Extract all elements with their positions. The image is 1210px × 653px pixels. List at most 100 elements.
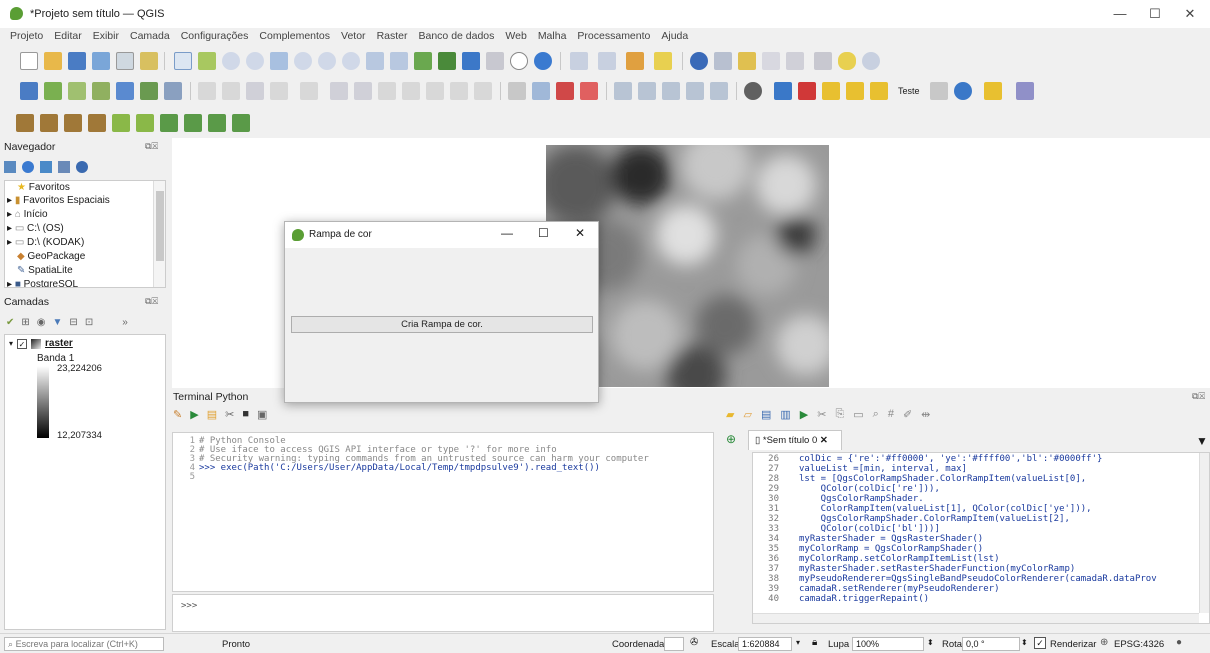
temporal-icon[interactable] [510, 52, 528, 70]
deselect-icon[interactable] [654, 52, 672, 70]
help-icon[interactable] [1016, 82, 1034, 100]
layers-dock-buttons[interactable]: ⧉☒ [145, 296, 158, 307]
save-script-icon[interactable]: ▤ [761, 408, 771, 421]
zoom-full-icon[interactable] [270, 52, 288, 70]
add-layer-4-icon[interactable] [88, 114, 106, 132]
menu-exibir[interactable]: Exibir [93, 28, 119, 44]
plugin-icon[interactable] [744, 82, 762, 100]
add-layer-9-icon[interactable] [208, 114, 226, 132]
add-layer-2-icon[interactable] [40, 114, 58, 132]
plugin-yellow-3-icon[interactable] [870, 82, 888, 100]
new-project-icon[interactable] [20, 52, 38, 70]
add-layer-10-icon[interactable] [232, 114, 250, 132]
menu-processamento[interactable]: Processamento [577, 28, 650, 44]
scrollbar-thumb[interactable] [156, 191, 164, 261]
nav-item-inicio[interactable]: ▸ ⌂ Início [7, 208, 48, 222]
script-editor[interactable]: 26 colDic = {'re':'#ff0000', 'ye':'#ffff0… [752, 452, 1210, 624]
layers-tree[interactable]: ▾ ✓ raster Banda 1 23,224206 12,207334 [4, 334, 166, 630]
zoom-spinner-icon[interactable]: ⬍ [927, 638, 934, 647]
field-calculator-icon[interactable] [738, 52, 756, 70]
toggle-editing-icon[interactable] [198, 82, 216, 100]
plugin-yellow-1-icon[interactable] [822, 82, 840, 100]
minimize-button[interactable]: — [1105, 4, 1135, 24]
navigator-scrollbar[interactable] [153, 181, 165, 287]
new-map-view-icon[interactable] [414, 52, 432, 70]
cut-icon[interactable]: ✂ [817, 408, 826, 421]
editor-tab[interactable]: ▯ *Sem título 0 ✕ [748, 430, 842, 450]
python-plugin-icon[interactable] [774, 82, 792, 100]
scale-field[interactable]: 1:620884 [738, 637, 792, 651]
zoom-out-icon[interactable] [246, 52, 264, 70]
vertex-tool-icon[interactable] [300, 82, 318, 100]
options-icon[interactable]: ✂ [225, 408, 234, 421]
menu-web[interactable]: Web [505, 28, 526, 44]
delete-selected-icon[interactable] [354, 82, 372, 100]
layer-name[interactable]: raster [45, 338, 73, 349]
nav-item-drive-c[interactable]: ▸ ▭ C:\ (OS) [7, 222, 64, 236]
locator-search-input[interactable]: ⌕ Escreva para localizar (Ctrl+K) [4, 637, 164, 651]
object-inspector-icon[interactable]: ✐ [903, 408, 912, 421]
copy-features-icon[interactable] [402, 82, 420, 100]
zoom-native-icon[interactable] [342, 52, 360, 70]
plugin-yellow-4-icon[interactable] [984, 82, 1002, 100]
show-hide-labels-icon[interactable] [614, 82, 632, 100]
plugin-yellow-2-icon[interactable] [846, 82, 864, 100]
plugin-red-icon[interactable] [798, 82, 816, 100]
show-editor-icon[interactable]: ▤ [207, 408, 217, 421]
add-layer-6-icon[interactable] [136, 114, 154, 132]
add-feature-icon[interactable] [270, 82, 288, 100]
bookmark-icon[interactable] [462, 52, 480, 70]
refresh-icon[interactable] [22, 161, 34, 173]
save-edits-icon[interactable] [246, 82, 264, 100]
add-raster-icon[interactable] [92, 82, 110, 100]
rotation-field[interactable]: 0,0 ° [962, 637, 1020, 651]
python-console-output[interactable]: 1 # Python Console 2 # Use iface to access… [172, 432, 714, 592]
add-vector-icon[interactable] [44, 82, 62, 100]
find-icon[interactable]: ⌕ [873, 408, 879, 421]
zoom-layer-icon[interactable] [318, 52, 336, 70]
dialog-close-button[interactable]: ✕ [575, 226, 585, 240]
identify-icon[interactable] [570, 52, 588, 70]
rotation-spinner-icon[interactable]: ⬍ [1021, 638, 1028, 647]
menu-configuracoes[interactable]: Configurações [181, 28, 249, 44]
zoom-next-icon[interactable] [390, 52, 408, 70]
show-bookmarks-icon[interactable] [486, 52, 504, 70]
crs-label[interactable]: EPSG:4326 [1114, 639, 1164, 650]
scale-dropdown-icon[interactable]: ▾ [796, 638, 800, 647]
menu-malha[interactable]: Malha [538, 28, 567, 44]
help-book-icon[interactable]: ■ [242, 408, 249, 421]
open-script-icon[interactable]: ▰ [726, 408, 734, 421]
globe-icon[interactable]: ⊕ [1100, 637, 1108, 648]
add-spatialite-icon[interactable] [116, 82, 134, 100]
identify-features-icon[interactable] [690, 52, 708, 70]
statistics-icon[interactable] [762, 52, 780, 70]
nav-item-drive-d[interactable]: ▸ ▭ D:\ (KODAK) [7, 236, 84, 250]
zoom-in-icon[interactable] [222, 52, 240, 70]
filter-legend-icon[interactable]: ▼ [53, 317, 63, 328]
data-source-manager-icon[interactable] [20, 82, 38, 100]
map-tips-icon[interactable] [838, 52, 856, 70]
more-icon[interactable]: » [122, 317, 128, 328]
python-input[interactable]: >>> [172, 594, 714, 632]
render-checkbox[interactable]: ✓ [1034, 637, 1046, 649]
save-as-icon[interactable] [92, 52, 110, 70]
close-button[interactable]: ✕ [1175, 4, 1205, 24]
menu-banco-de-dados[interactable]: Banco de dados [419, 28, 495, 44]
navigator-dock-buttons[interactable]: ⧉☒ [145, 141, 158, 152]
run-script-icon[interactable]: ▶ [800, 408, 808, 421]
terminal-dock-buttons[interactable]: ⧉☒ [1192, 391, 1205, 402]
pan-icon[interactable] [174, 52, 192, 70]
zoom-field[interactable]: 100% [852, 637, 924, 651]
modify-attributes-icon[interactable] [330, 82, 348, 100]
add-layer-5-icon[interactable] [112, 114, 130, 132]
nav-item-favoritos-espaciais[interactable]: ▸ ▮ Favoritos Espaciais [7, 194, 110, 208]
console-settings-icon[interactable]: ▣ [257, 408, 267, 421]
nav-item-spatialite[interactable]: ✎ SpatiaLite [17, 264, 73, 278]
manage-visibility-icon[interactable]: ◉ [37, 317, 46, 328]
add-mesh-icon[interactable] [140, 82, 158, 100]
tab-list-icon[interactable]: ▼ [1196, 434, 1208, 448]
layer-labeling-icon[interactable] [532, 82, 550, 100]
save-as-script-icon[interactable]: ▥ [780, 408, 790, 421]
move-label-icon[interactable] [638, 82, 656, 100]
close-tab-icon[interactable]: ✕ [820, 435, 828, 446]
